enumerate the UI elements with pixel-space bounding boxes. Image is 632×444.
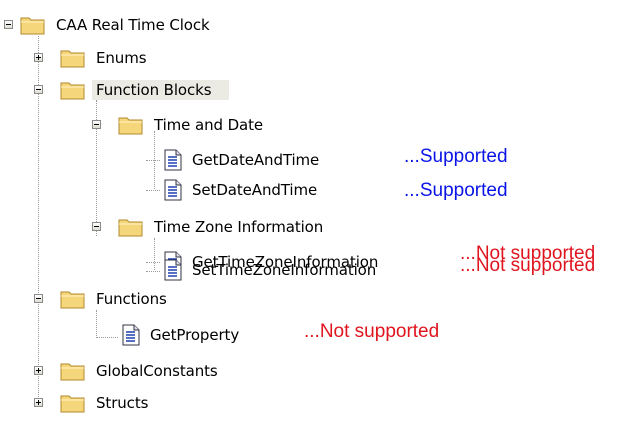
tree-node-time-and-date[interactable]: Time and Date [118, 114, 267, 136]
tree-line [146, 190, 160, 191]
tree-node-enums[interactable]: Enums [60, 47, 150, 69]
tree-line [154, 238, 155, 270]
document-icon [164, 149, 182, 171]
support-status: ...Supported [404, 180, 508, 201]
support-status: ...Not supported [304, 321, 440, 342]
tree-node-get-date-and-time[interactable]: GetDateAndTime [164, 149, 323, 171]
minus-box-icon[interactable] [34, 85, 43, 94]
plus-box-icon[interactable] [34, 398, 43, 407]
tree-line [96, 310, 97, 338]
folder-icon [60, 48, 86, 68]
tree-node-label: GlobalConstants [96, 362, 218, 380]
folder-icon [20, 15, 46, 35]
tree-node-label: Functions [96, 290, 167, 308]
support-status: ...Not supported [460, 255, 596, 276]
folder-icon [60, 361, 86, 381]
tree-node-set-time-zone-information-item[interactable]: SetTimeZoneInformation [164, 259, 380, 281]
tree-line [96, 337, 118, 338]
minus-box-icon[interactable] [34, 294, 43, 303]
folder-icon [60, 80, 86, 100]
tree-node-caa-real-time-clock[interactable]: CAA Real Time Clock [20, 14, 214, 36]
folder-icon [118, 115, 144, 135]
tree-line [146, 262, 160, 263]
tree-node-label: SetTimeZoneInformation [192, 261, 377, 279]
folder-icon [60, 289, 86, 309]
tree-node-get-property[interactable]: GetProperty [122, 324, 243, 346]
tree-node-label: GetDateAndTime [192, 151, 320, 169]
document-icon [122, 324, 140, 346]
folder-icon [60, 393, 86, 413]
tree-node-structs[interactable]: Structs [60, 392, 152, 414]
minus-box-icon[interactable] [4, 20, 13, 29]
support-status: ...Supported [404, 146, 508, 167]
tree-node-label: CAA Real Time Clock [56, 16, 210, 34]
tree-node-function-blocks[interactable]: Function Blocks [60, 79, 230, 101]
document-icon [164, 259, 182, 281]
minus-box-icon[interactable] [92, 120, 101, 129]
tree-node-label: Function Blocks [92, 80, 230, 100]
tree-node-label: Time Zone Information [154, 218, 324, 236]
tree-node-global-constants[interactable]: GlobalConstants [60, 360, 222, 382]
tree-node-set-date-and-time[interactable]: SetDateAndTime [164, 179, 321, 201]
tree-node-label: Enums [96, 49, 147, 67]
tree-node-time-zone-information[interactable]: Time Zone Information [118, 216, 327, 238]
folder-icon [118, 217, 144, 237]
tree-node-label: Time and Date [154, 116, 264, 134]
minus-box-icon[interactable] [92, 222, 101, 231]
tree-node-functions[interactable]: Functions [60, 288, 171, 310]
tree-line [146, 271, 160, 272]
tree-line [146, 160, 160, 161]
plus-box-icon[interactable] [34, 366, 43, 375]
tree-node-label: SetDateAndTime [192, 181, 318, 199]
tree-node-label: Structs [96, 394, 149, 412]
tree-node-label: GetProperty [150, 326, 240, 344]
plus-box-icon[interactable] [34, 53, 43, 62]
document-icon [164, 179, 182, 201]
